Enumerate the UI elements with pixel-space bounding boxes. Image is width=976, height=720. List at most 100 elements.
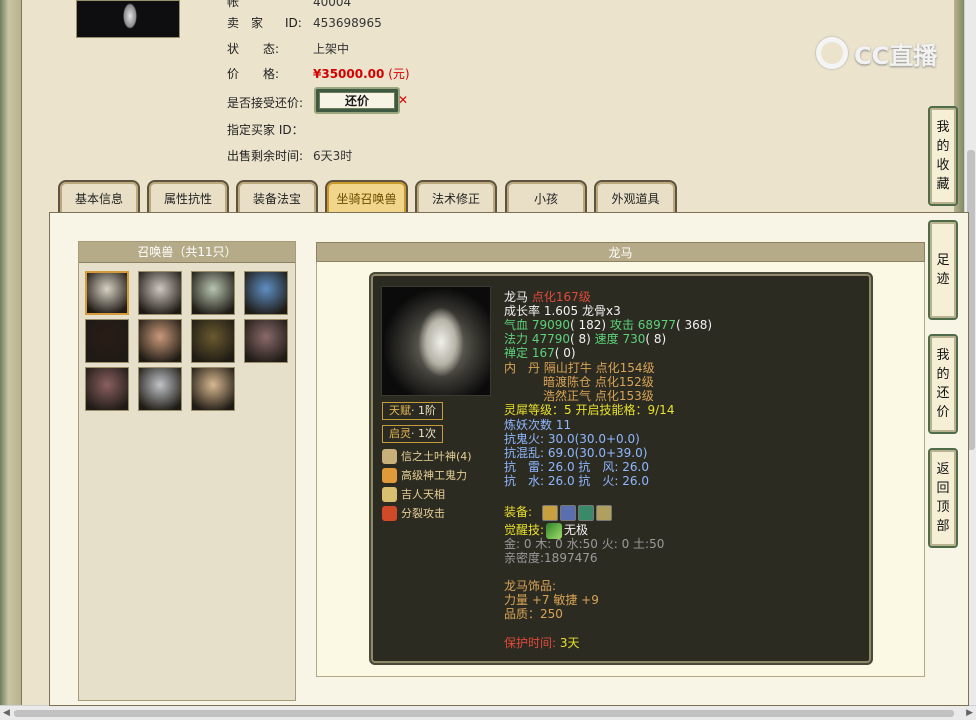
spd-extra: ( 8): [645, 332, 667, 346]
mp-label: 法力: [504, 332, 529, 346]
counter-row: 是否接受还价:: [227, 94, 313, 111]
summon-level: 点化167级: [531, 290, 591, 304]
tab-spell-mods[interactable]: 法术修正: [415, 180, 497, 214]
atk-value: 68977: [637, 318, 676, 332]
skill-name: 吉人天相: [401, 488, 445, 501]
horn-equip-icon[interactable]: [595, 504, 612, 521]
ice-spirit-portrait[interactable]: [244, 271, 288, 315]
tab-children[interactable]: 小孩: [505, 180, 587, 214]
skill-name: 信之土叶神(4): [401, 450, 472, 463]
res-chaos-line: 抗混乱: 69.0(30.0+39.0): [504, 446, 648, 460]
close-icon: ✕: [398, 93, 409, 107]
refine-line: 炼妖次数 11: [504, 418, 572, 432]
hp-atk-line: 气血 79090( 182) 攻击 68977( 368): [504, 318, 712, 332]
equip-label: 装备:: [504, 505, 533, 519]
footprint-button[interactable]: 足迹: [928, 220, 958, 320]
tab-equipment[interactable]: 装备法宝: [236, 180, 318, 214]
awaken-value: 无极: [564, 523, 589, 537]
growth-line: 成长率 1.605 龙骨x3: [504, 304, 621, 318]
res-water-line: 抗 水: 26.0 抗 火: 26.0: [504, 474, 649, 488]
skill-item[interactable]: 信之土叶神(4): [382, 447, 472, 465]
summon-image: [381, 286, 491, 396]
rhino-line: 灵犀等级：5 开启技能格：9/14: [504, 403, 674, 417]
skill-item[interactable]: 高级神工鬼力: [382, 466, 467, 484]
rhino-label: 灵犀等级：: [504, 403, 565, 417]
back-to-top-button[interactable]: 返回顶部: [928, 448, 958, 548]
left-frame-border: [0, 0, 22, 720]
skill-item[interactable]: 吉人天相: [382, 485, 445, 503]
white-dragon-portrait[interactable]: [85, 271, 129, 315]
buyer-label: 指定买家 ID：: [227, 123, 304, 137]
red-dragon-portrait[interactable]: [244, 319, 288, 363]
summon-list-header: 召唤兽（共11只）: [79, 242, 295, 263]
dark-warrior-portrait[interactable]: [85, 319, 129, 363]
red-dragon-portrait-2[interactable]: [85, 367, 129, 411]
scroll-left-icon[interactable]: ◀: [3, 708, 10, 718]
scroll-right-icon[interactable]: ▶: [966, 708, 973, 718]
calm-extra: ( 0): [554, 346, 576, 360]
my-favorites-button[interactable]: 我的收藏: [928, 106, 958, 206]
rhino-value: 5: [564, 403, 572, 417]
res-thunder-line: 抗 雷: 26.0 抗 风: 26.0: [504, 460, 649, 474]
collar-equip-icon[interactable]: [577, 504, 594, 521]
seller-label: 卖 家: [227, 16, 264, 30]
protect-label: 保护时间:: [504, 636, 557, 650]
counter-label: 是否接受还价:: [227, 96, 304, 110]
inner-pill-2: 暗渡陈仓 点化152级: [543, 375, 654, 389]
talent-badge: 天赋· 1阶: [382, 402, 443, 420]
cc-logo-text: CC直播: [854, 41, 938, 70]
remaining-value: 6天3时: [313, 149, 353, 163]
spd-value: 730: [622, 332, 646, 346]
tab-appearance[interactable]: 外观道具: [594, 180, 677, 214]
blonde-girl-portrait[interactable]: [191, 367, 235, 411]
inner-pill-1: 隔山打牛 点化154级: [543, 361, 655, 375]
price-label: 价 格:: [227, 67, 280, 81]
spd-label: 速度: [594, 332, 619, 346]
horizontal-scrollbar[interactable]: ◀ ▶: [0, 705, 976, 720]
price-row: 价 格: ¥35000.00 (元): [227, 65, 410, 82]
ornament-stats: 力量 +7 敏捷 +9: [504, 593, 599, 607]
calm-value: 167: [531, 346, 555, 360]
tab-attributes[interactable]: 属性抗性: [147, 180, 229, 214]
protect-value: 3天: [559, 636, 580, 650]
luck-skill-icon: [382, 486, 397, 502]
partial-value: 40004: [313, 0, 352, 9]
skill-name: 分裂攻击: [401, 507, 445, 520]
tab-mount-summon[interactable]: 坐骑召唤兽: [325, 180, 408, 214]
remaining-label: 出售剩余时间:: [227, 149, 304, 163]
atk-extra: ( 368): [675, 318, 713, 332]
mp-value: 47790: [531, 332, 571, 346]
seller-row: 卖 家 ID: 453698965: [227, 14, 382, 31]
ring-equip-icon[interactable]: [541, 504, 558, 521]
lady-portrait[interactable]: [191, 271, 235, 315]
beast-portrait[interactable]: [191, 319, 235, 363]
summon-name: 龙马: [504, 290, 529, 304]
inner-pill-label: 内 丹: [504, 361, 541, 375]
partial-row: 帐 40004: [227, 0, 351, 10]
tab-basic-info[interactable]: 基本信息: [58, 180, 140, 214]
girl-portrait[interactable]: [138, 319, 182, 363]
skill-grid-label: 开启技能格：: [575, 403, 648, 417]
my-favorites-label: 我的收藏: [936, 120, 950, 192]
my-counter-offers-button[interactable]: 我的还价: [928, 334, 958, 434]
earth-skill-icon: [382, 448, 397, 464]
role-figure-icon: [123, 3, 137, 29]
skill-item[interactable]: 分裂攻击: [382, 504, 445, 522]
horizontal-scrollbar-thumb[interactable]: [14, 710, 954, 717]
back-to-top-label: 返回顶部: [936, 462, 950, 534]
mp-extra: ( 8): [570, 332, 591, 346]
calm-label: 禅定: [504, 346, 529, 360]
spirit-label: 启灵: [389, 427, 411, 440]
spirit-value: · 1次: [411, 427, 436, 440]
white-monkey-portrait[interactable]: [138, 367, 182, 411]
role-thumbnail: [76, 0, 180, 38]
fox-maiden-portrait[interactable]: [138, 271, 182, 315]
res-ghost-line: 抗鬼火: 30.0(30.0+0.0): [504, 432, 640, 446]
summon-name-line: 龙马 点化167级: [504, 290, 591, 304]
talent-label: 天赋: [389, 404, 411, 417]
cc-live-logo: CC直播: [816, 34, 944, 72]
armor-equip-icon[interactable]: [559, 504, 576, 521]
awaken-label: 觉醒技:: [504, 523, 545, 537]
counter-offer-button[interactable]: 还价: [314, 87, 400, 114]
seller-id: 453698965: [313, 16, 382, 30]
